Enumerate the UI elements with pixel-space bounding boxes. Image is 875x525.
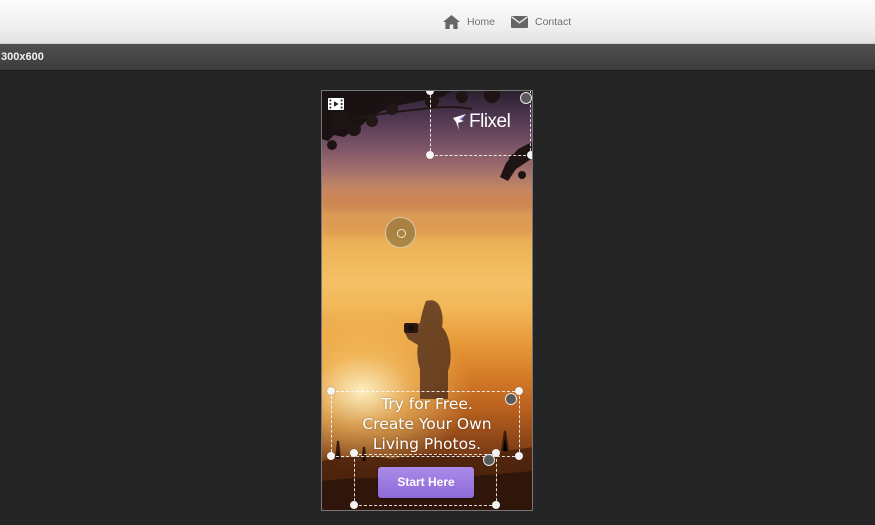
rotation-handle-center — [397, 229, 406, 238]
ad-canvas[interactable]: Flixel Try for Free. Create Your Own Liv… — [321, 90, 533, 511]
resize-handle[interactable] — [350, 449, 358, 457]
nav-contact-link[interactable]: Contact — [511, 11, 571, 33]
ad-size-label: 300x600 — [1, 51, 44, 63]
nav-contact-label: Contact — [535, 16, 572, 28]
resize-handle[interactable] — [426, 151, 434, 159]
rotate-handle[interactable] — [505, 393, 517, 405]
rotate-handle[interactable] — [520, 92, 532, 104]
resize-handle[interactable] — [492, 501, 500, 509]
film-icon[interactable] — [328, 98, 344, 110]
envelope-icon — [511, 16, 528, 28]
ad-size-bar: 300x600 — [0, 44, 875, 71]
nav-home-label: Home — [467, 16, 496, 28]
cloud-band — [322, 219, 532, 237]
rotate-handle[interactable] — [483, 454, 495, 466]
nav-home-link[interactable]: Home — [443, 11, 495, 33]
top-navigation: Home Contact — [0, 0, 875, 44]
resize-handle[interactable] — [350, 501, 358, 509]
home-icon — [443, 15, 460, 29]
resize-handle[interactable] — [515, 452, 523, 460]
photographer-silhouette — [404, 300, 451, 399]
logo-selection-box[interactable] — [430, 91, 531, 156]
headline-selection-box[interactable] — [331, 391, 520, 457]
resize-handle[interactable] — [327, 387, 335, 395]
resize-handle[interactable] — [515, 387, 523, 395]
resize-handle[interactable] — [527, 151, 532, 159]
resize-handle[interactable] — [327, 452, 335, 460]
rotation-handle[interactable] — [385, 217, 416, 248]
cta-selection-box[interactable] — [354, 454, 497, 506]
